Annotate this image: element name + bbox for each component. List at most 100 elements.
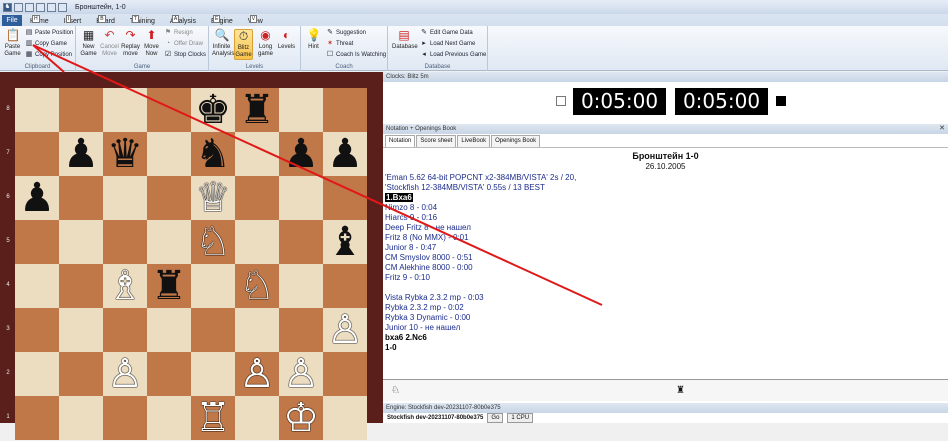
notation-line[interactable]: Rybka 2.3.2 mp - 0:02 <box>385 303 945 313</box>
piece-e1[interactable]: ♖ <box>195 395 231 441</box>
square-h7[interactable]: ♟ <box>323 132 367 176</box>
square-g5[interactable] <box>279 220 323 264</box>
square-h8[interactable] <box>323 88 367 132</box>
tab-insert[interactable]: I Insert <box>64 15 81 25</box>
square-h6[interactable] <box>323 176 367 220</box>
blitz-game-button[interactable]: ⏱ Blitz Game <box>234 29 253 60</box>
square-e2[interactable] <box>191 352 235 396</box>
square-g4[interactable] <box>279 264 323 308</box>
tab-openings-book[interactable]: Openings Book <box>491 135 541 147</box>
square-g6[interactable] <box>279 176 323 220</box>
quick-access-icon-2[interactable] <box>25 2 34 12</box>
square-d1[interactable] <box>147 396 191 440</box>
tab-notation[interactable]: Notation <box>385 135 416 147</box>
square-f5[interactable] <box>235 220 279 264</box>
quick-access-icon-3[interactable] <box>36 2 45 12</box>
notation-line[interactable]: Junior 10 - не нашел <box>385 323 945 333</box>
notation-line[interactable] <box>385 283 945 293</box>
piece-e6[interactable]: ♕ <box>195 175 231 221</box>
notation-line[interactable]: Nimzo 8 - 0:04 <box>385 203 945 213</box>
piece-c4[interactable]: ♗ <box>107 263 143 309</box>
selected-move[interactable]: 1.Bxa6 <box>385 193 945 203</box>
square-c5[interactable] <box>103 220 147 264</box>
square-a6[interactable]: ♟ <box>15 176 59 220</box>
square-h2[interactable] <box>323 352 367 396</box>
square-f2[interactable]: ♙ <box>235 352 279 396</box>
square-f1[interactable] <box>235 396 279 440</box>
square-e7[interactable]: ♞ <box>191 132 235 176</box>
load-next-game-button[interactable]: ▸ Load Next Game <box>420 40 475 47</box>
notation-line[interactable]: 'Eman 5.62 64-bit POPCNT x2-384MB/VISTA'… <box>385 173 945 183</box>
square-b4[interactable] <box>59 264 103 308</box>
piece-h5[interactable]: ♝ <box>327 219 363 265</box>
tab-score-sheet[interactable]: Score sheet <box>416 135 457 147</box>
resign-button[interactable]: ⚑ Resign <box>164 29 193 36</box>
tab-home[interactable]: HHome <box>30 15 49 25</box>
square-f7[interactable] <box>235 132 279 176</box>
offer-draw-button[interactable]: ◔ Offer Draw <box>164 40 203 47</box>
edit-game-data-button[interactable]: ✎ Edit Game Data <box>420 29 473 36</box>
square-f3[interactable] <box>235 308 279 352</box>
square-e6[interactable]: ♕ <box>191 176 235 220</box>
notation-line[interactable]: Vista Rybka 2.3.2 mp - 0:03 <box>385 293 945 303</box>
square-e3[interactable] <box>191 308 235 352</box>
quick-access-icon-5[interactable] <box>58 2 67 12</box>
square-a5[interactable] <box>15 220 59 264</box>
piece-g1[interactable]: ♔ <box>283 395 319 441</box>
square-d6[interactable] <box>147 176 191 220</box>
square-h1[interactable] <box>323 396 367 440</box>
tab-analysis[interactable]: A Analysis <box>170 15 196 25</box>
cancel-move-button[interactable]: ↶ Cancel Move <box>100 29 119 58</box>
quick-access-icon-1[interactable] <box>14 2 23 12</box>
square-h3[interactable]: ♙ <box>323 308 367 352</box>
square-d3[interactable] <box>147 308 191 352</box>
suggestion-button[interactable]: ✎ Suggestion <box>326 29 366 36</box>
square-g1[interactable]: ♔ <box>279 396 323 440</box>
square-b6[interactable] <box>59 176 103 220</box>
stop-clocks-checkbox[interactable]: ☑ Stop Clocks <box>164 51 206 58</box>
cpu-button[interactable]: 1 CPU <box>507 413 534 423</box>
close-icon[interactable]: ✕ <box>939 124 945 134</box>
notation-line[interactable]: Fritz 9 - 0:10 <box>385 273 945 283</box>
piece-h3[interactable]: ♙ <box>327 307 363 353</box>
square-c4[interactable]: ♗ <box>103 264 147 308</box>
chess-board[interactable]: ♚ ♜ ♟ ♛ ♞ ♟ ♟ ♟ ♕ ♘ ♝ ♗ ♜ ♘ ♙ ♙ ♙ ♙ ♖ ♔ <box>15 88 367 440</box>
piece-e7[interactable]: ♞ <box>195 131 231 177</box>
tab-board[interactable]: B Board <box>96 15 115 25</box>
square-b8[interactable] <box>59 88 103 132</box>
square-b7[interactable]: ♟ <box>59 132 103 176</box>
square-f6[interactable] <box>235 176 279 220</box>
replay-move-button[interactable]: ↷ Replay move <box>121 29 140 58</box>
piece-g7[interactable]: ♟ <box>283 131 319 177</box>
square-h4[interactable] <box>323 264 367 308</box>
tower-icon[interactable]: ♜ <box>676 385 685 396</box>
paste-position-button[interactable]: ▤ Paste Position <box>25 29 74 36</box>
square-e4[interactable] <box>191 264 235 308</box>
square-a2[interactable] <box>15 352 59 396</box>
square-f8[interactable]: ♜ <box>235 88 279 132</box>
long-game-button[interactable]: ◉ Long game <box>256 29 275 58</box>
hint-button[interactable]: 💡 Hint <box>304 29 323 51</box>
square-c2[interactable]: ♙ <box>103 352 147 396</box>
piece-g2[interactable]: ♙ <box>283 351 319 397</box>
square-b2[interactable] <box>59 352 103 396</box>
tab-engine[interactable]: E Engine <box>211 15 233 25</box>
square-d5[interactable] <box>147 220 191 264</box>
notation-line[interactable]: CM Alekhine 8000 - 0:00 <box>385 263 945 273</box>
piece-f2[interactable]: ♙ <box>239 351 275 397</box>
square-b1[interactable] <box>59 396 103 440</box>
square-a4[interactable] <box>15 264 59 308</box>
notation-line[interactable]: 'Stockfish 12-384MB/VISTA' 0.55s / 13 BE… <box>385 183 945 193</box>
square-c8[interactable] <box>103 88 147 132</box>
threat-button[interactable]: ✶ Threat <box>326 40 353 47</box>
square-e8[interactable]: ♚ <box>191 88 235 132</box>
square-d8[interactable] <box>147 88 191 132</box>
square-a1[interactable] <box>15 396 59 440</box>
quick-access-icon-4[interactable] <box>47 2 56 12</box>
copy-game-button[interactable]: ▥ Copy Game <box>25 40 67 47</box>
square-b5[interactable] <box>59 220 103 264</box>
piece-h7[interactable]: ♟ <box>327 131 363 177</box>
piece-e8[interactable]: ♚ <box>195 87 231 133</box>
square-a3[interactable] <box>15 308 59 352</box>
move-now-button[interactable]: ⬆ Move Now <box>142 29 161 58</box>
